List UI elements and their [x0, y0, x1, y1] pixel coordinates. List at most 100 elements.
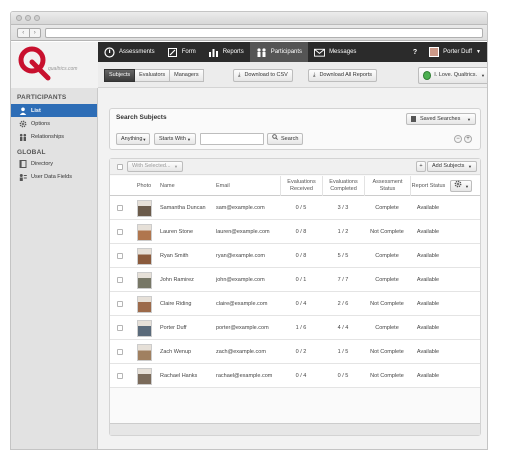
subject-name[interactable]: John Ramirez: [160, 268, 194, 292]
row-checkbox[interactable]: [117, 325, 123, 331]
subject-email[interactable]: john@example.com: [216, 268, 265, 292]
table-row[interactable]: Lauren Stone lauren@example.com 0 / 8 1 / 2…: [110, 220, 480, 244]
search-button-label: Search: [281, 135, 299, 142]
nav-reports[interactable]: Reports: [202, 42, 250, 62]
evaluations-completed: 3 / 3: [337, 205, 349, 211]
column-email[interactable]: Email: [216, 176, 276, 196]
download-csv-button[interactable]: ⤓ Download to CSV: [233, 69, 293, 82]
add-subjects-button[interactable]: Add Subjects ▼: [427, 161, 477, 172]
account-switcher[interactable]: I. Love. Qualtrics. ▼: [418, 67, 487, 84]
subject-name[interactable]: Ryan Smith: [160, 244, 188, 268]
table-row[interactable]: Ryan Smith ryan@example.com 0 / 8 5 / 5 Comp…: [110, 244, 480, 268]
download-reports-button[interactable]: ⤓ Download All Reports: [308, 69, 378, 82]
subject-email[interactable]: sam@example.com: [216, 196, 265, 220]
column-settings-button[interactable]: ▼: [450, 180, 472, 192]
sidebar-item-list[interactable]: List: [11, 104, 97, 117]
column-assessment-status[interactable]: Assessment Status: [364, 176, 410, 196]
chevron-down-icon[interactable]: ▼: [476, 49, 481, 55]
subject-email[interactable]: ryan@example.com: [216, 244, 265, 268]
nav-messages[interactable]: Messages: [308, 42, 362, 62]
column-photo[interactable]: Photo: [132, 176, 156, 196]
row-checkbox-cell: [117, 268, 123, 292]
select-all-checkbox[interactable]: [117, 164, 123, 170]
remove-condition-button[interactable]: −: [454, 135, 462, 143]
history-buttons: ‹ ›: [17, 28, 41, 38]
photo-cell: [134, 316, 154, 340]
nav-participants[interactable]: Participants: [249, 42, 309, 62]
table-row[interactable]: Porter Duff porter@example.com 1 / 6 4 / 4 C…: [110, 316, 480, 340]
chevron-down-icon: ▼: [142, 136, 147, 142]
row-checkbox[interactable]: [117, 301, 123, 307]
operator-select[interactable]: Starts With ▼: [154, 133, 196, 145]
table-row[interactable]: Rachael Hanks rachael@example.com 0 / 4 0 /…: [110, 364, 480, 388]
nav-label: Form: [181, 49, 196, 55]
column-evaluations-completed[interactable]: Evaluations Completed: [322, 176, 364, 196]
search-button[interactable]: Search: [267, 133, 303, 145]
sidebar-item-options[interactable]: Options: [11, 117, 97, 130]
subject-email[interactable]: rachael@example.com: [216, 364, 272, 388]
sidebar-item-directory[interactable]: Directory: [11, 157, 97, 170]
download-icon: ⤓: [313, 72, 316, 78]
tab-managers[interactable]: Managers: [170, 69, 204, 82]
table-row[interactable]: Claire Riding claire@example.com 0 / 4 2 / …: [110, 292, 480, 316]
subject-name[interactable]: Porter Duff: [160, 316, 187, 340]
user-menu[interactable]: Porter Duff: [443, 49, 472, 55]
row-checkbox[interactable]: [117, 205, 123, 211]
add-condition-button[interactable]: +: [464, 135, 472, 143]
tab-subjects[interactable]: Subjects: [104, 69, 136, 82]
search-input[interactable]: [200, 133, 264, 145]
subject-name[interactable]: Claire Riding: [160, 292, 192, 316]
nav-assessments[interactable]: Assessments: [98, 42, 161, 62]
main-content: Search Subjects Saved Searches ▼ Anythin…: [98, 88, 487, 449]
subject-name[interactable]: Lauren Stone: [160, 220, 193, 244]
power-icon: [423, 71, 432, 80]
row-checkbox-cell: [117, 292, 123, 316]
subject-email[interactable]: claire@example.com: [216, 292, 267, 316]
close-window-dot[interactable]: [16, 15, 22, 21]
photo-cell: [134, 268, 154, 292]
table-row[interactable]: John Ramirez john@example.com 0 / 1 7 / 7 Co…: [110, 268, 480, 292]
user-list-icon: [19, 173, 27, 181]
report-status: Available: [416, 373, 440, 379]
assessment-status: Not Complete: [370, 373, 404, 379]
tab-evaluators[interactable]: Evaluators: [135, 69, 171, 82]
row-checkbox[interactable]: [117, 373, 123, 379]
qualtrics-logo[interactable]: qualtrics.com: [18, 44, 88, 82]
forward-button[interactable]: ›: [28, 29, 41, 37]
search-title: Search Subjects: [116, 114, 167, 121]
sidebar-item-relationships[interactable]: Relationships: [11, 130, 97, 143]
table-row[interactable]: Samantha Duncan sam@example.com 0 / 5 3 / 3…: [110, 196, 480, 220]
help-button[interactable]: ?: [407, 49, 423, 56]
saved-searches-button[interactable]: Saved Searches ▼: [406, 113, 476, 125]
nav-label: Participants: [270, 49, 303, 55]
row-checkbox[interactable]: [117, 253, 123, 259]
back-button[interactable]: ‹: [18, 29, 29, 37]
row-checkbox[interactable]: [117, 277, 123, 283]
user-avatar: [429, 47, 440, 57]
subject-email[interactable]: lauren@example.com: [216, 220, 270, 244]
table-row[interactable]: Zach Wenup zach@example.com 0 / 2 1 / 5 Not …: [110, 340, 480, 364]
with-selected-dropdown[interactable]: With Selected... ▼: [127, 161, 183, 172]
sidebar-item-label: User Data Fields: [31, 173, 72, 180]
row-checkbox[interactable]: [117, 349, 123, 355]
subject-name[interactable]: Samantha Duncan: [160, 196, 206, 220]
assessment-status: Complete: [375, 253, 399, 259]
subject-email[interactable]: zach@example.com: [216, 340, 266, 364]
nav-form[interactable]: Form: [161, 42, 202, 62]
column-evaluations-received[interactable]: Evaluations Received: [280, 176, 322, 196]
evaluations-completed: 1 / 2: [337, 229, 349, 235]
zoom-window-dot[interactable]: [34, 15, 40, 21]
chevron-down-icon: ▼: [468, 164, 472, 169]
column-report-status[interactable]: Report Status: [410, 176, 446, 196]
row-checkbox[interactable]: [117, 229, 123, 235]
subject-email[interactable]: porter@example.com: [216, 316, 269, 340]
chevron-down-icon: ▼: [465, 183, 469, 189]
subject-name[interactable]: Zach Wenup: [160, 340, 191, 364]
sidebar-item-user-data-fields[interactable]: User Data Fields: [11, 170, 97, 183]
subject-name[interactable]: Rachael Hanks: [160, 364, 197, 388]
column-name[interactable]: Name: [160, 176, 214, 196]
add-icon-button[interactable]: +: [416, 161, 426, 172]
field-select[interactable]: Anything ▼: [116, 133, 150, 145]
address-bar[interactable]: [45, 28, 483, 38]
minimize-window-dot[interactable]: [25, 15, 31, 21]
